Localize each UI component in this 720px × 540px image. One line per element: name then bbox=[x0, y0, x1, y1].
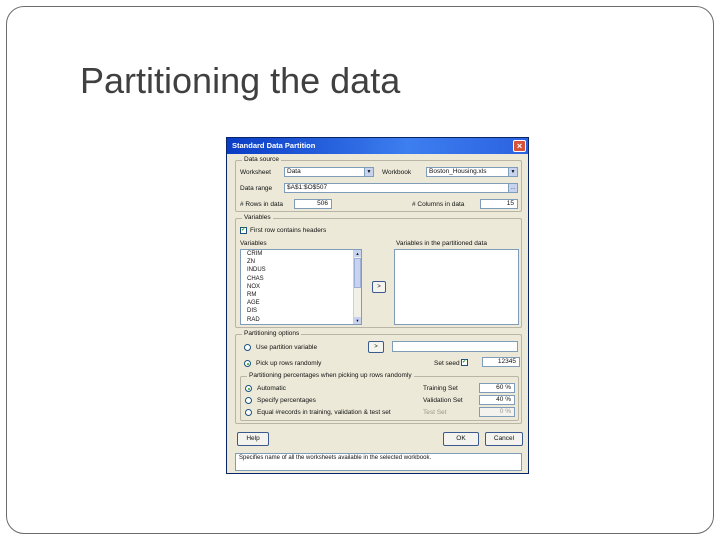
data-range-input[interactable]: $A$1:$O$507 … bbox=[284, 183, 518, 193]
percentages-legend: Partitioning percentages when picking up… bbox=[247, 372, 414, 379]
equal-records-label: Equal #records in training, validation &… bbox=[257, 409, 391, 416]
list-item[interactable]: CHAS bbox=[241, 275, 361, 283]
training-set-label: Training Set bbox=[423, 385, 458, 392]
scroll-down-icon[interactable]: ▼ bbox=[354, 317, 361, 324]
percentages-group: Partitioning percentages when picking up… bbox=[240, 372, 519, 421]
list-item[interactable]: ZN bbox=[241, 258, 361, 266]
rows-value: 506 bbox=[294, 199, 332, 209]
variables-legend: Variables bbox=[242, 214, 273, 221]
status-bar: Specifies name of all the worksheets ava… bbox=[235, 453, 522, 471]
rows-label: # Rows in data bbox=[240, 201, 283, 208]
list-item[interactable]: NOX bbox=[241, 283, 361, 291]
data-range-label: Data range bbox=[240, 185, 273, 192]
partitioned-variables-listbox[interactable] bbox=[394, 249, 519, 325]
variables-group: Variables ✓ First row contains headers V… bbox=[235, 214, 522, 328]
range-picker-icon[interactable]: … bbox=[508, 184, 517, 192]
specify-percentages-label: Specify percentages bbox=[257, 397, 316, 404]
move-variable-button[interactable]: > bbox=[372, 281, 386, 293]
automatic-label: Automatic bbox=[257, 385, 286, 392]
automatic-radio[interactable] bbox=[245, 385, 252, 392]
validation-set-input[interactable]: 40 % bbox=[479, 395, 515, 405]
set-seed-label: Set seed bbox=[434, 360, 460, 367]
variables-items: CRIM ZN INDUS CHAS NOX RM AGE DIS RAD bbox=[241, 250, 361, 324]
scroll-thumb[interactable] bbox=[354, 258, 361, 288]
partition-variable-field[interactable] bbox=[392, 341, 518, 352]
dialog-titlebar[interactable]: Standard Data Partition × bbox=[227, 138, 528, 154]
cancel-button[interactable]: Cancel bbox=[485, 432, 523, 446]
columns-label: # Columns in data bbox=[412, 201, 465, 208]
data-range-value: $A$1:$O$507 bbox=[287, 184, 328, 191]
test-set-label: Test Set bbox=[423, 409, 447, 416]
workbook-value: Boston_Housing.xls bbox=[429, 168, 487, 175]
partitioning-options-legend: Partitioning options bbox=[242, 330, 302, 337]
help-button[interactable]: Help bbox=[237, 432, 269, 446]
variables-list-label: Variables bbox=[240, 240, 267, 247]
worksheet-select[interactable]: Data ▼ bbox=[284, 167, 374, 177]
partitioned-variables-label: Variables in the partitioned data bbox=[396, 240, 487, 247]
pick-random-label: Pick up rows randomly bbox=[256, 360, 322, 367]
variables-listbox[interactable]: CRIM ZN INDUS CHAS NOX RM AGE DIS RAD ▲ ▼ bbox=[240, 249, 362, 325]
use-partition-label: Use partition variable bbox=[256, 344, 318, 351]
chevron-down-icon[interactable]: ▼ bbox=[364, 168, 373, 176]
list-item[interactable]: RAD bbox=[241, 316, 361, 324]
first-row-headers-label: First row contains headers bbox=[250, 227, 327, 234]
slide-title: Partitioning the data bbox=[80, 60, 401, 101]
list-item[interactable]: RM bbox=[241, 291, 361, 299]
columns-value: 15 bbox=[480, 199, 518, 209]
dialog-title: Standard Data Partition bbox=[232, 141, 316, 150]
equal-records-radio[interactable] bbox=[245, 409, 252, 416]
validation-set-label: Validation Set bbox=[423, 397, 463, 404]
seed-input[interactable]: 12345 bbox=[482, 357, 520, 367]
chevron-down-icon[interactable]: ▼ bbox=[508, 168, 517, 176]
partitioning-options-group: Partitioning options Use partition varia… bbox=[235, 330, 522, 424]
close-icon[interactable]: × bbox=[513, 140, 526, 152]
specify-percentages-radio[interactable] bbox=[245, 397, 252, 404]
standard-data-partition-dialog: Standard Data Partition × Data source Wo… bbox=[226, 137, 529, 474]
set-seed-checkbox[interactable]: ✓ bbox=[461, 359, 468, 366]
list-item[interactable]: CRIM bbox=[241, 250, 361, 258]
worksheet-label: Worksheet bbox=[240, 169, 271, 176]
test-set-input[interactable]: 0 % bbox=[479, 407, 515, 417]
training-set-input[interactable]: 60 % bbox=[479, 383, 515, 393]
workbook-select[interactable]: Boston_Housing.xls ▼ bbox=[426, 167, 518, 177]
workbook-label: Workbook bbox=[382, 169, 412, 176]
worksheet-value: Data bbox=[287, 168, 301, 175]
pick-random-radio[interactable] bbox=[244, 360, 251, 367]
partition-variable-button[interactable]: > bbox=[368, 341, 384, 353]
list-item[interactable]: AGE bbox=[241, 299, 361, 307]
data-source-legend: Data source bbox=[242, 156, 282, 163]
first-row-headers-checkbox[interactable]: ✓ bbox=[240, 227, 247, 234]
use-partition-radio[interactable] bbox=[244, 344, 251, 351]
data-source-group: Data source Worksheet Data ▼ Workbook Bo… bbox=[235, 156, 522, 212]
list-item[interactable]: DIS bbox=[241, 307, 361, 315]
variables-scrollbar[interactable]: ▲ ▼ bbox=[353, 250, 361, 324]
scroll-up-icon[interactable]: ▲ bbox=[354, 250, 361, 257]
ok-button[interactable]: OK bbox=[443, 432, 479, 446]
list-item[interactable]: INDUS bbox=[241, 266, 361, 274]
